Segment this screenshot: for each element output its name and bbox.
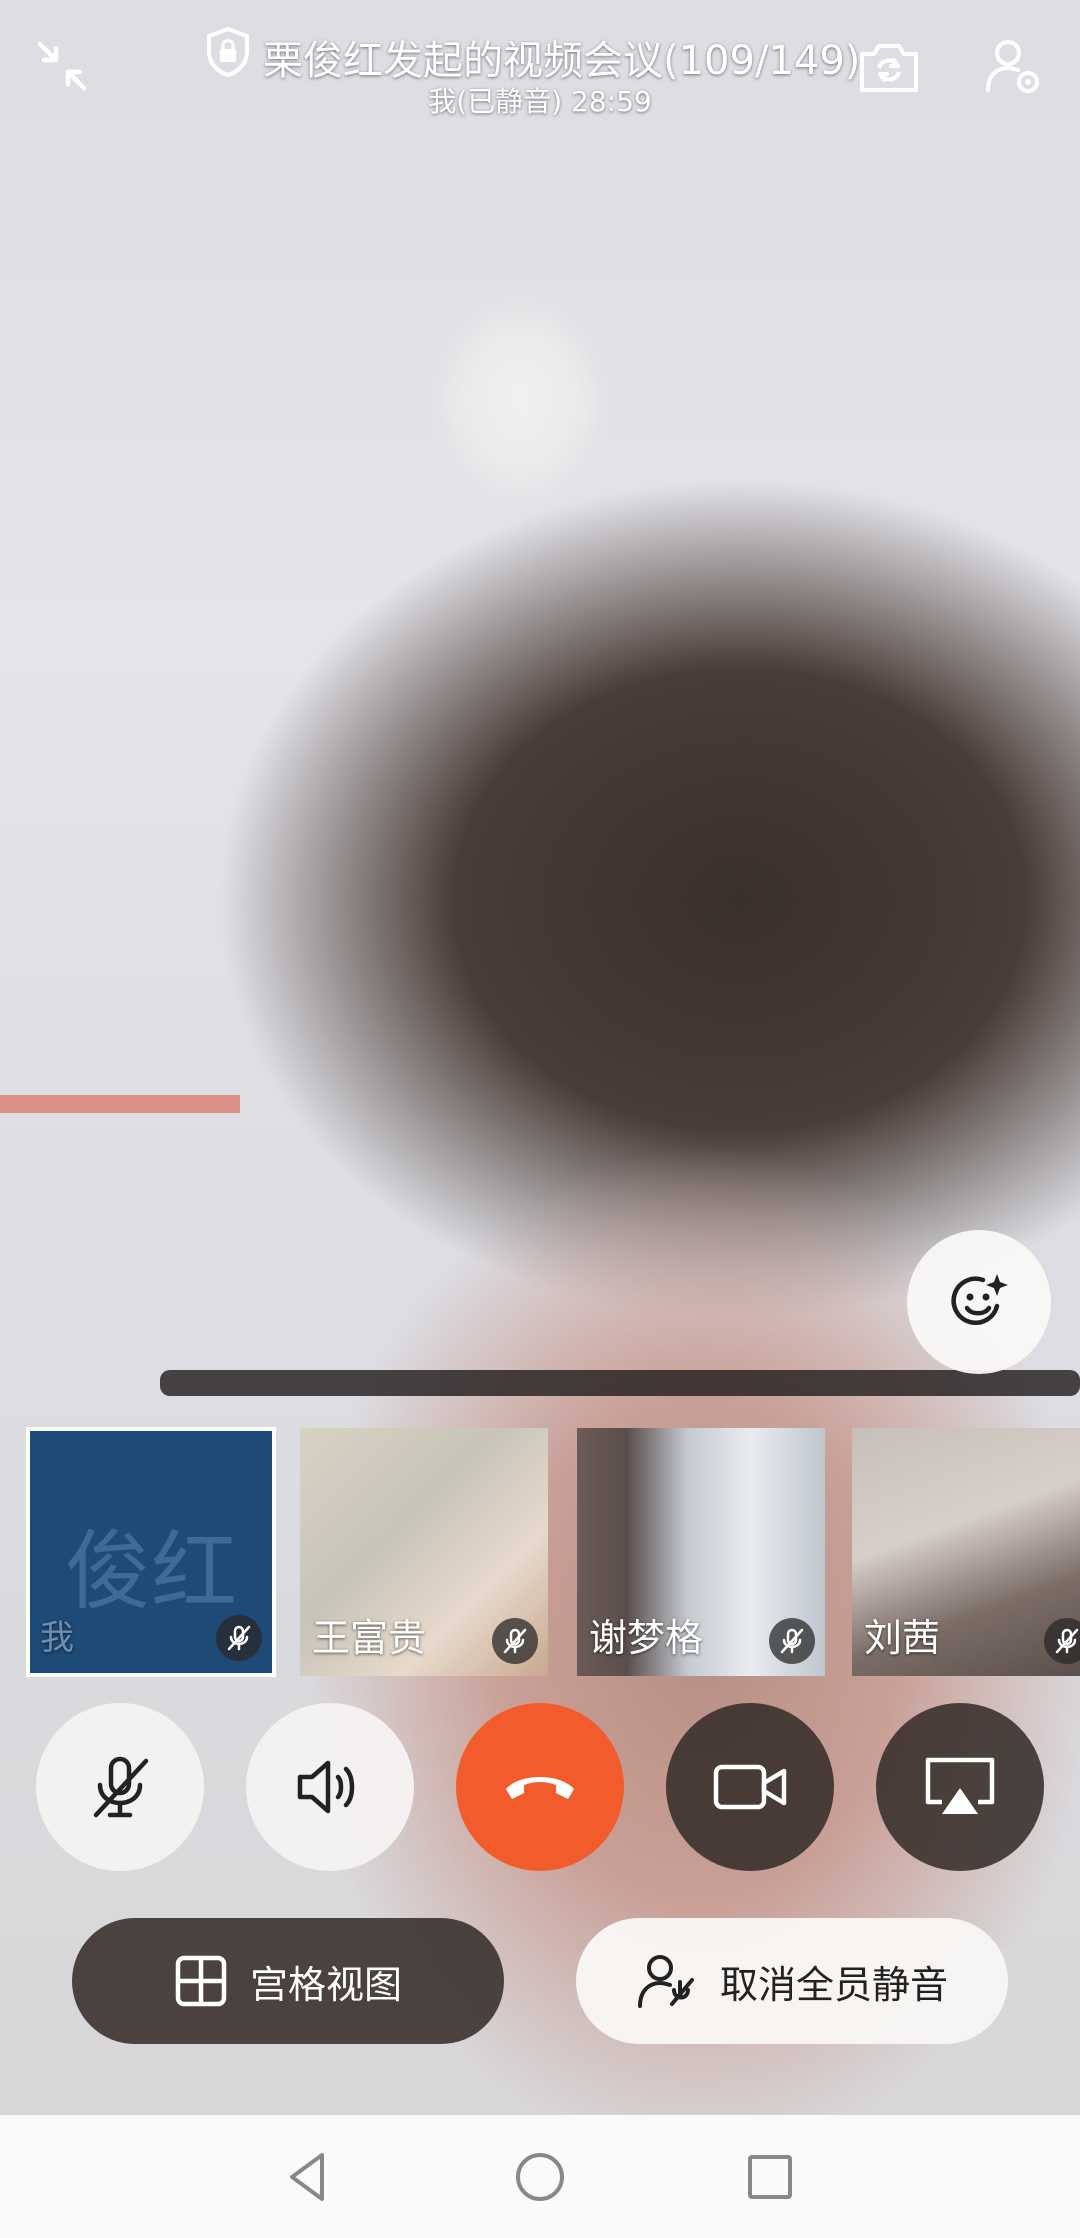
grid-icon <box>175 1955 227 2007</box>
hangup-icon <box>506 1777 574 1799</box>
mic-off-icon <box>93 1756 149 1818</box>
beauty-button[interactable] <box>907 1230 1051 1374</box>
mic-muted-icon <box>769 1618 815 1664</box>
system-nav-bar <box>0 2115 1080 2238</box>
speaker-button[interactable] <box>246 1703 414 1871</box>
mic-toggle-button[interactable] <box>36 1703 204 1871</box>
video-glasses-shape <box>160 1370 1080 1396</box>
unmute-all-icon <box>637 1955 694 2008</box>
participant-name: 王富贵 <box>312 1616 427 1660</box>
shield-lock-icon <box>207 26 249 78</box>
participants-settings-icon[interactable] <box>982 36 1044 98</box>
participant-tile[interactable]: 刘茜 <box>852 1428 1080 1676</box>
participant-tile-self[interactable]: 俊红 我 <box>26 1427 276 1677</box>
mic-muted-icon <box>216 1615 262 1661</box>
avatar: 俊红 <box>65 1522 237 1622</box>
camera-toggle-button[interactable] <box>666 1703 834 1871</box>
home-icon[interactable] <box>508 2145 572 2209</box>
unmute-all-button[interactable]: 取消全员静音 <box>576 1918 1008 2044</box>
grid-view-button[interactable]: 宫格视图 <box>72 1918 504 2044</box>
speaker-icon <box>297 1760 355 1814</box>
mic-muted-icon <box>1044 1618 1080 1664</box>
mic-muted-icon <box>492 1618 538 1664</box>
participant-tile[interactable]: 谢梦格 <box>577 1428 825 1676</box>
video-camera-icon <box>713 1764 787 1810</box>
recent-apps-icon[interactable] <box>738 2145 802 2209</box>
participant-tile[interactable]: 王富贵 <box>300 1428 548 1676</box>
back-icon[interactable] <box>278 2145 342 2209</box>
participant-name: 谢梦格 <box>589 1616 704 1660</box>
participant-name: 刘茜 <box>864 1616 941 1660</box>
top-bar: 栗俊红发起的视频会议(109/149) 我(已静音) 28:59 <box>0 0 1080 130</box>
meeting-title: 栗俊红发起的视频会议(109/149) <box>263 38 861 84</box>
grid-view-label: 宫格视图 <box>249 1962 402 2007</box>
flip-camera-icon[interactable] <box>858 38 920 96</box>
hangup-button[interactable] <box>456 1703 624 1871</box>
screen-share-button[interactable] <box>876 1703 1044 1871</box>
face-beauty-icon <box>951 1274 1008 1325</box>
background-stripe <box>0 1095 240 1113</box>
screen-share-icon <box>925 1757 995 1814</box>
meeting-title-group: 栗俊红发起的视频会议(109/149) <box>205 22 885 84</box>
unmute-all-label: 取消全员静音 <box>719 1962 948 2007</box>
participant-name: 我 <box>40 1618 74 1658</box>
